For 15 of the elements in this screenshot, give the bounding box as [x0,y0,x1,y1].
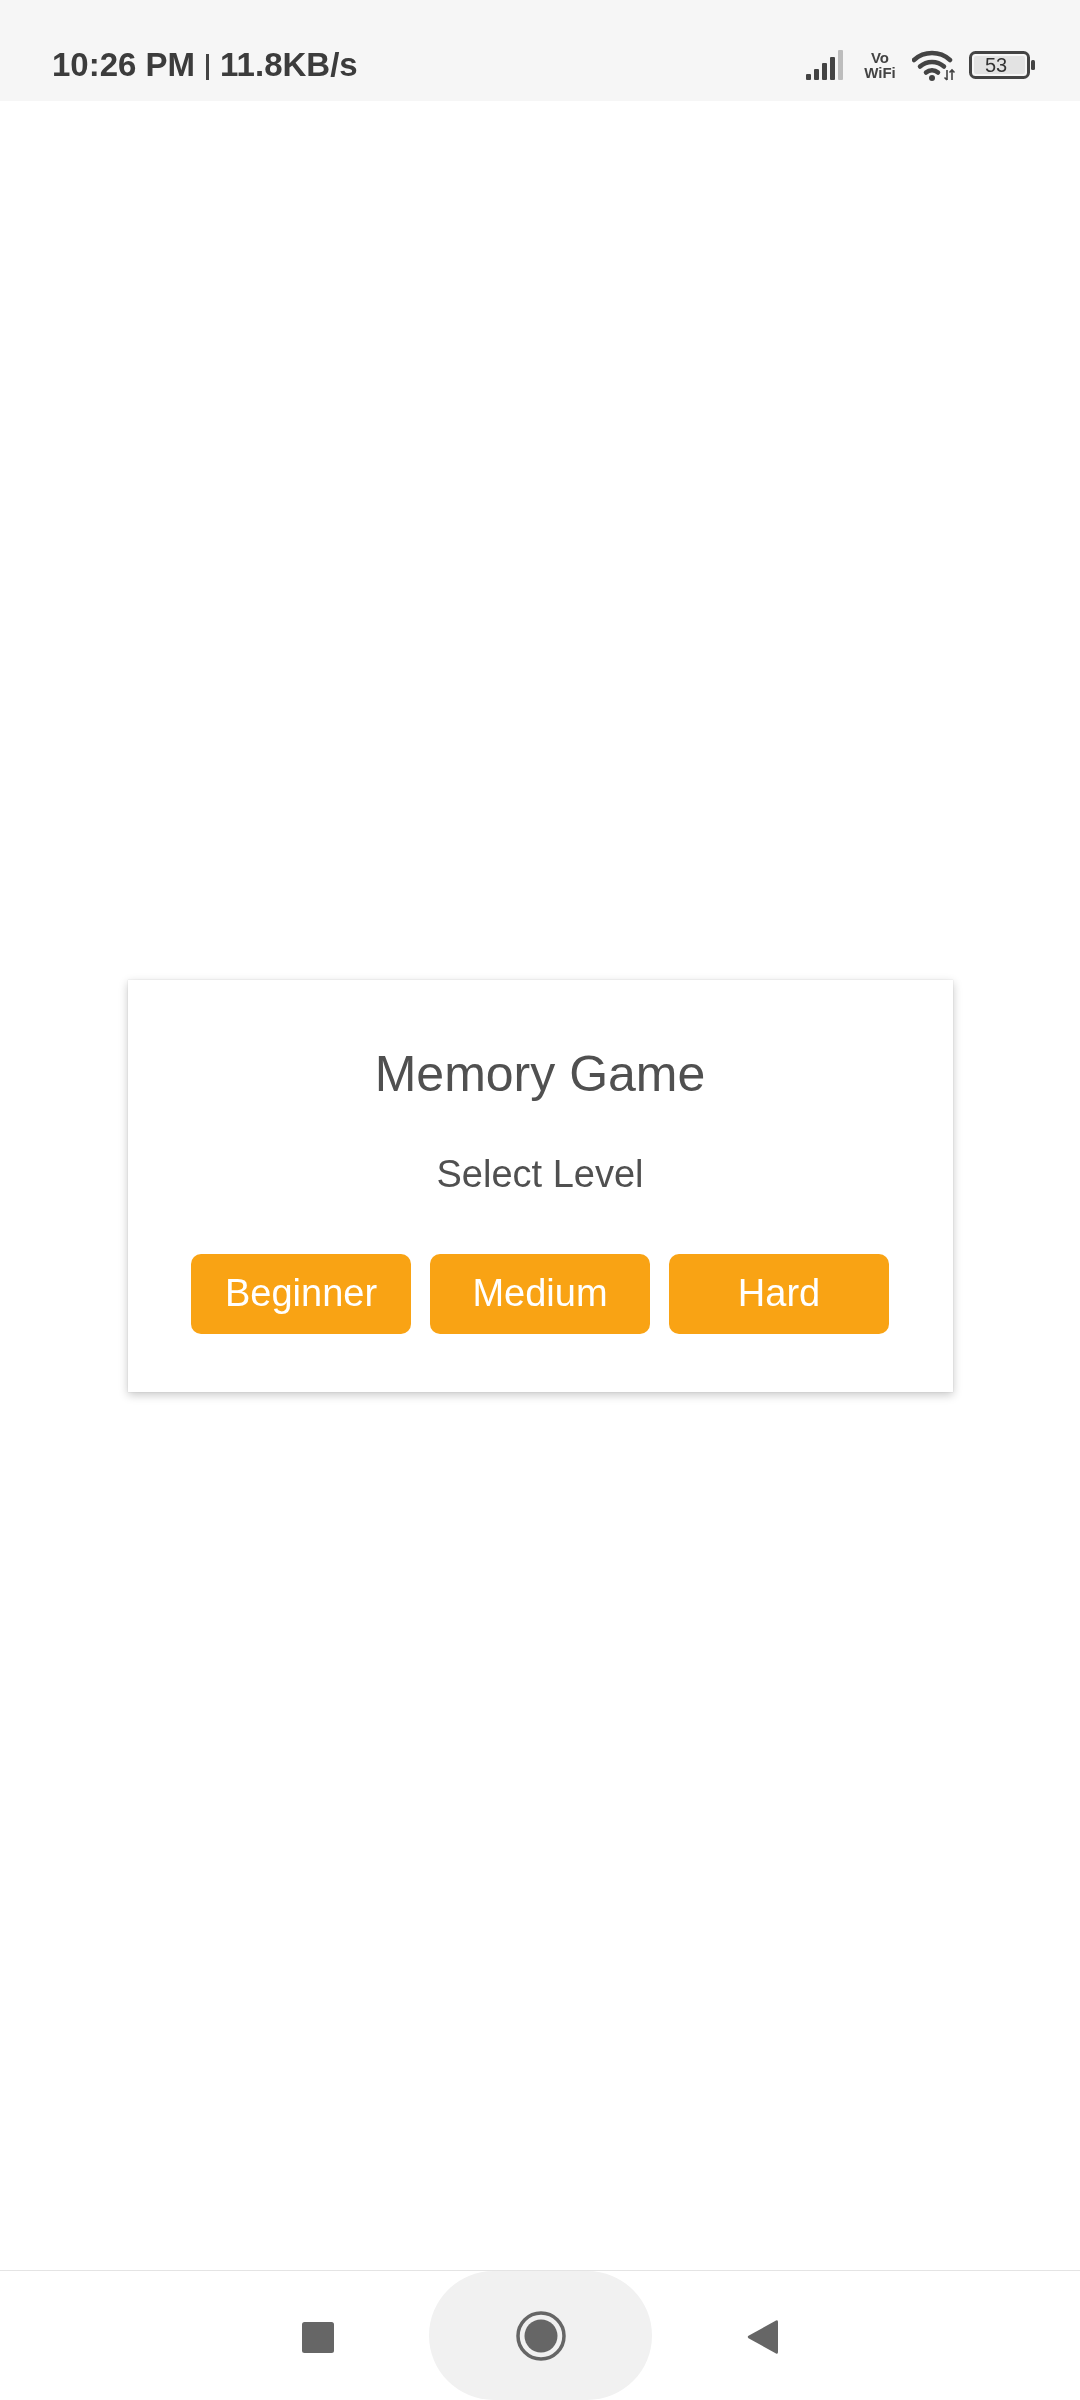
level-button[interactable]: Hard [669,1253,889,1334]
signal-icon [806,49,846,80]
square-icon [302,2321,334,2353]
battery-percentage: 53 [985,52,1008,77]
game-title: Memory Game [374,1044,706,1104]
home-icon [515,2310,566,2361]
select-level-label: Select Level [436,1151,644,1197]
level-button[interactable]: Medium [430,1253,650,1334]
back-icon [747,2318,778,2355]
vowifi-label: Vo WiFi [863,49,897,80]
level-button[interactable]: Beginner [191,1253,411,1334]
battery-icon [969,50,1035,79]
clock-time: 10:26 PM [52,44,196,85]
network-speed: 11.8KB/s [220,44,358,85]
wifi-icon [912,48,956,81]
